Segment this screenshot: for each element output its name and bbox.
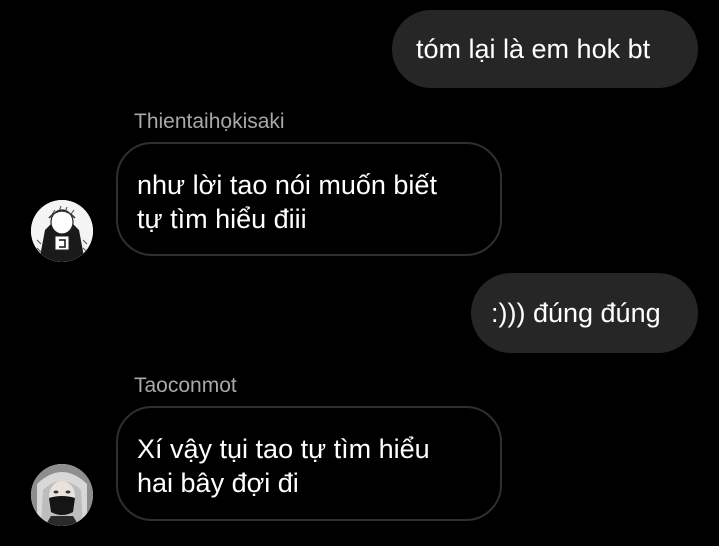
message-text-line: như lời tao nói muốn biết bbox=[137, 170, 437, 200]
masked-person-avatar-icon[interactable] bbox=[31, 464, 93, 526]
incoming-message-bubble[interactable]: như lời tao nói muốn biết tự tìm hiểu đi… bbox=[116, 142, 502, 256]
sender-name: Taoconmot bbox=[134, 374, 237, 397]
sender-name: Thientaihọkisaki bbox=[134, 110, 285, 133]
incoming-message-bubble[interactable]: Xí vậy tụi tao tự tìm hiểu hai bây đợi đ… bbox=[116, 406, 502, 521]
message-text-line: tự tìm hiểu điii bbox=[137, 204, 307, 234]
message-text-line: hai bây đợi đi bbox=[137, 468, 299, 498]
message-text-line: Xí vậy tụi tao tự tìm hiểu bbox=[137, 434, 430, 464]
outgoing-message-bubble[interactable]: tóm lại là em hok bt bbox=[392, 10, 698, 88]
message-text: tóm lại là em hok bt bbox=[416, 34, 651, 64]
manga-sketch-avatar-icon[interactable] bbox=[31, 200, 93, 262]
message-text: :))) đúng đúng bbox=[491, 298, 661, 328]
outgoing-message-bubble[interactable]: :))) đúng đúng bbox=[471, 273, 698, 353]
